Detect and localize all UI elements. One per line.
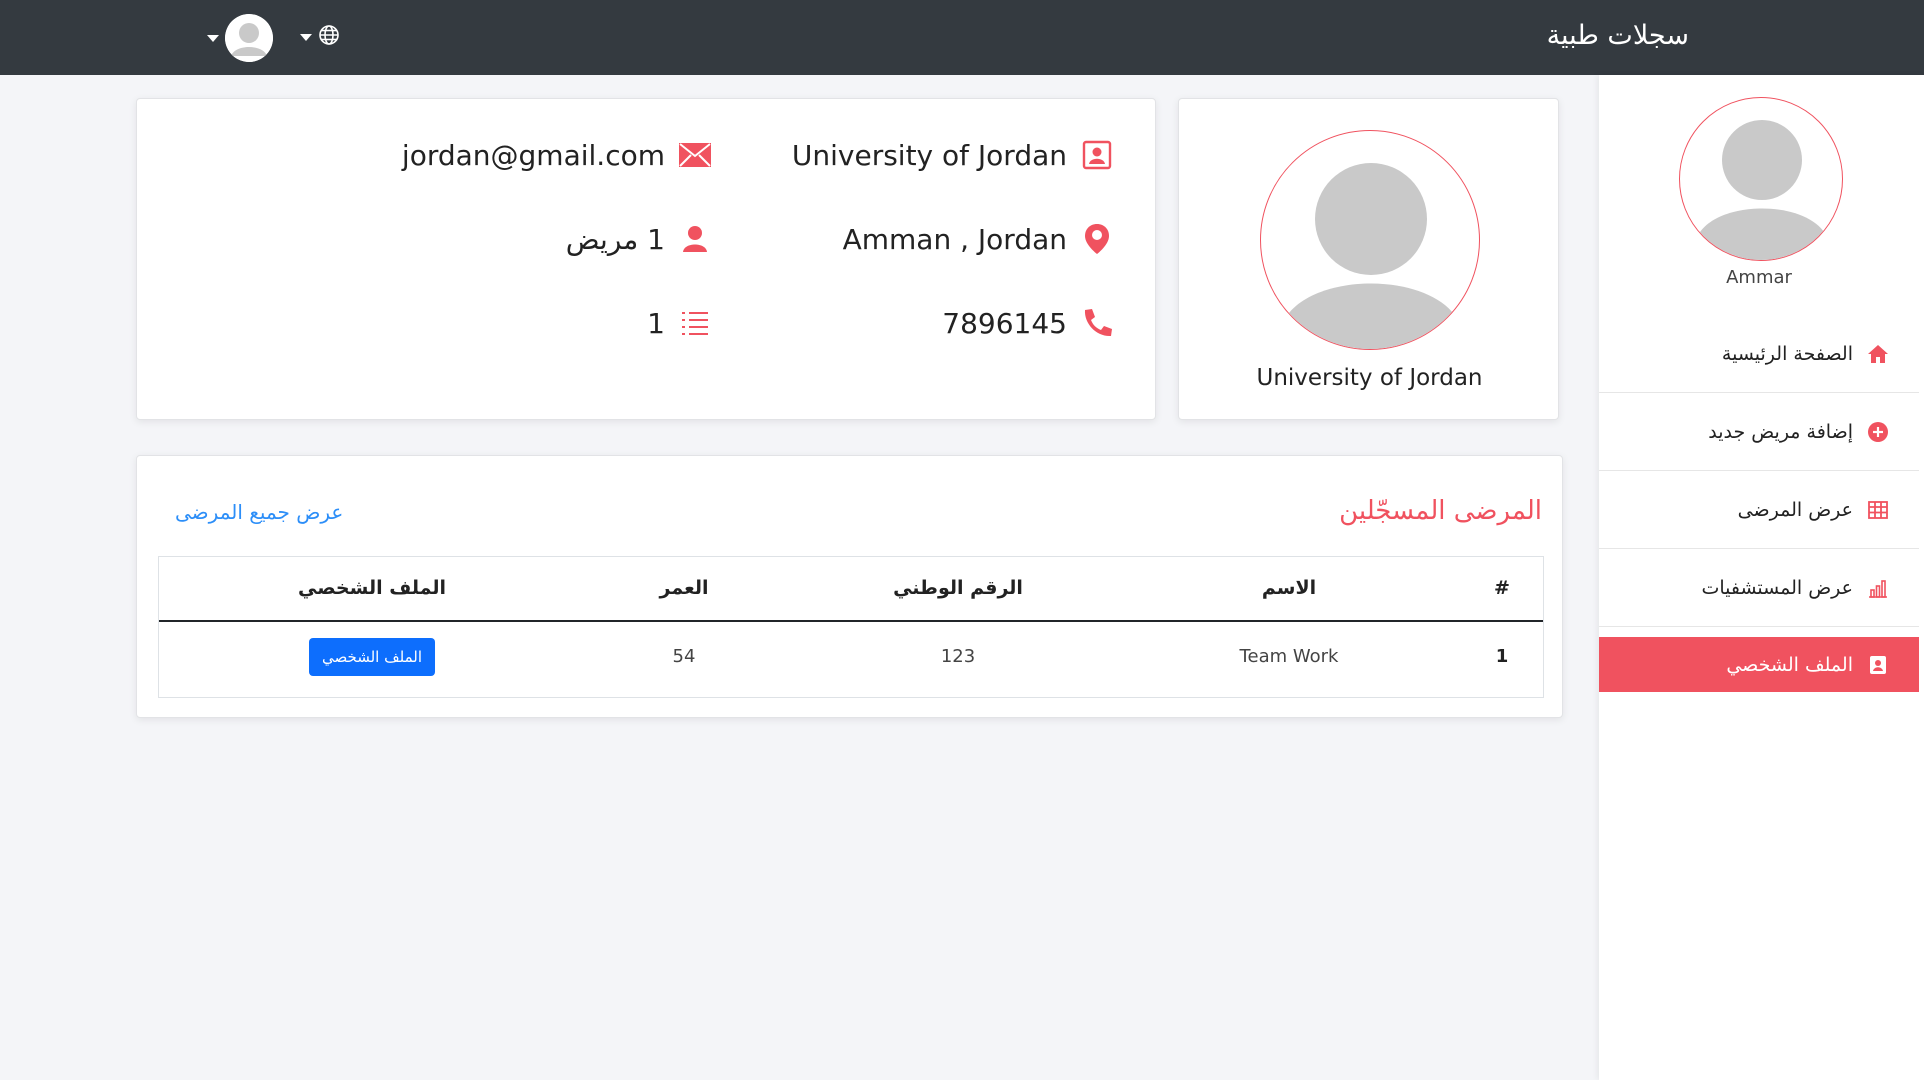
sidebar-item-add-patient[interactable]: إضافة مريض جديد xyxy=(1599,393,1919,471)
id-card-icon xyxy=(1079,137,1115,173)
user-icon xyxy=(677,221,713,257)
info-phone: 7896145 xyxy=(942,305,1115,341)
column-header-age: العمر xyxy=(659,577,709,599)
sidebar-menu: الصفحة الرئيسية إضافة مريض جديد عرض المر… xyxy=(1599,315,1919,692)
sidebar: Ammar الصفحة الرئيسية إضافة مريض جديد عر… xyxy=(1599,75,1924,1080)
home-icon xyxy=(1867,343,1889,365)
sidebar-item-label: الصفحة الرئيسية xyxy=(1721,342,1853,365)
view-all-patients-link[interactable]: عرض جميع المرضى xyxy=(175,500,343,524)
info-patients-count: 1 مريض xyxy=(566,221,713,257)
profile-name: University of Jordan xyxy=(1256,365,1483,391)
map-pin-icon xyxy=(1079,221,1115,257)
column-header-name: الاسم xyxy=(1261,577,1317,599)
top-navbar: سجلات طبية xyxy=(0,0,1924,75)
user-menu-toggle[interactable] xyxy=(207,14,273,62)
chart-icon xyxy=(1867,577,1889,599)
email-value: jordan@gmail.com xyxy=(401,138,665,172)
sidebar-item-home[interactable]: الصفحة الرئيسية xyxy=(1599,315,1919,393)
profile-card-icon xyxy=(1867,654,1889,676)
patients-table: # الاسم الرقم الوطني العمر الملف الشخصي … xyxy=(158,556,1544,698)
row-name: Team Work xyxy=(1239,646,1339,667)
row-index: 1 xyxy=(1495,646,1509,667)
list-icon xyxy=(677,305,713,341)
envelope-icon xyxy=(677,137,713,173)
plus-circle-icon xyxy=(1867,421,1889,443)
info-email: jordan@gmail.com xyxy=(402,137,713,173)
phone-value: 7896145 xyxy=(942,306,1067,340)
table-row: 1 Team Work 123 54 الملف الشخصي xyxy=(159,622,1543,697)
globe-icon xyxy=(318,24,340,50)
patients-card-title: المرضى المسجّلين xyxy=(1339,496,1542,526)
sidebar-avatar xyxy=(1679,97,1843,261)
sidebar-item-label: عرض المرضى xyxy=(1737,498,1853,521)
app-brand[interactable]: سجلات طبية xyxy=(1547,20,1689,51)
sidebar-item-profile[interactable]: الملف الشخصي xyxy=(1599,637,1919,692)
sidebar-item-label: إضافة مريض جديد xyxy=(1708,420,1853,443)
info-card: University of Jordan jordan@gmail.com Am… xyxy=(136,98,1156,420)
sidebar-item-label: الملف الشخصي xyxy=(1726,653,1853,676)
records-value: 1 xyxy=(647,306,665,340)
chevron-down-icon xyxy=(207,34,219,42)
language-menu-toggle[interactable] xyxy=(300,24,340,50)
user-avatar-icon xyxy=(225,14,273,62)
sidebar-item-label: عرض المستشفيات xyxy=(1701,576,1853,599)
info-location: Amman , Jordan xyxy=(843,221,1115,257)
patients-card: المرضى المسجّلين عرض جميع المرضى # الاسم… xyxy=(136,455,1563,718)
profile-card: University of Jordan xyxy=(1178,98,1559,420)
column-header-profile: الملف الشخصي xyxy=(297,577,447,599)
sidebar-item-patients[interactable]: عرض المرضى xyxy=(1599,471,1919,549)
column-header-index: # xyxy=(1494,577,1510,599)
location-value: Amman , Jordan xyxy=(842,222,1067,256)
info-org: University of Jordan xyxy=(792,137,1115,173)
patients-count-value: 1 مريض xyxy=(565,222,665,256)
table-icon xyxy=(1867,499,1889,521)
profile-avatar xyxy=(1260,130,1480,350)
view-profile-button[interactable]: الملف الشخصي xyxy=(309,638,435,676)
info-records: 1 xyxy=(647,305,713,341)
row-age: 54 xyxy=(672,646,696,667)
org-name: University of Jordan xyxy=(791,138,1067,172)
phone-icon xyxy=(1079,305,1115,341)
row-national-id: 123 xyxy=(940,646,976,667)
table-header: # الاسم الرقم الوطني العمر الملف الشخصي xyxy=(159,557,1543,622)
chevron-down-icon xyxy=(300,33,312,41)
sidebar-user-name: Ammar xyxy=(1726,267,1792,288)
column-header-national-id: الرقم الوطني xyxy=(893,577,1023,599)
sidebar-item-hospitals[interactable]: عرض المستشفيات xyxy=(1599,549,1919,627)
